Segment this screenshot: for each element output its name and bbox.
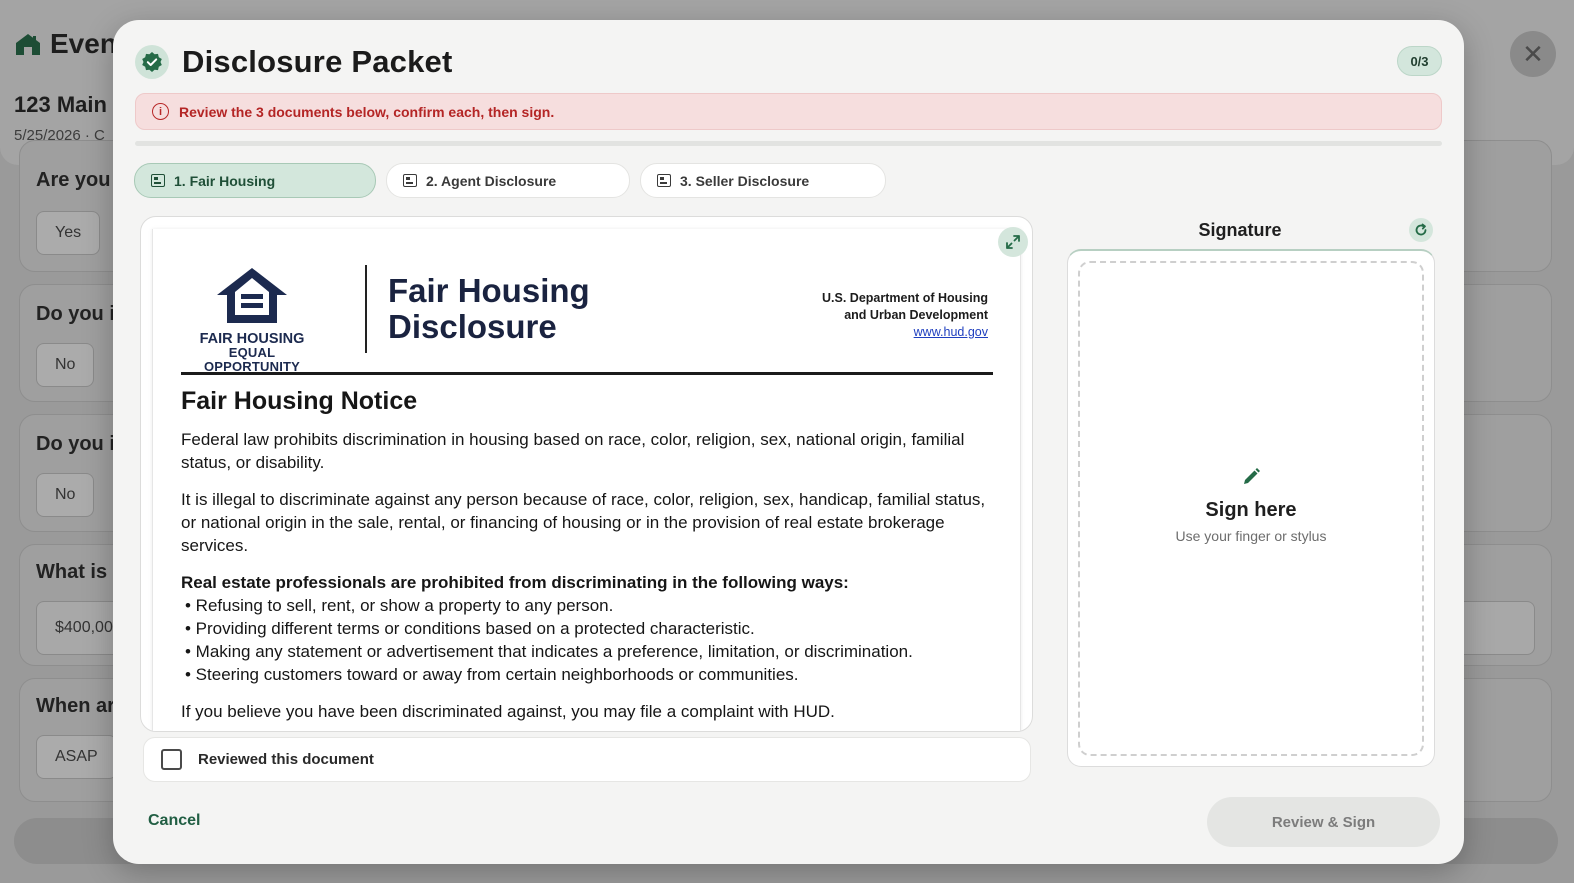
equal-housing-logo-icon bbox=[217, 268, 287, 323]
section-title: Fair Housing Notice bbox=[181, 387, 418, 415]
fair-housing-logo: FAIR HOUSING EQUAL OPPORTUNITY bbox=[181, 265, 323, 374]
agency-line-2: and Urban Development bbox=[844, 308, 988, 322]
tab-label: 3. Seller Disclosure bbox=[680, 172, 810, 189]
paragraph: If you believe you have been discriminat… bbox=[181, 702, 835, 721]
hud-link[interactable]: www.hud.gov bbox=[914, 325, 988, 339]
document-icon bbox=[657, 174, 671, 187]
list-item: • Steering customers toward or away from… bbox=[185, 665, 799, 684]
agency-info: U.S. Department of Housing and Urban Dev… bbox=[822, 290, 988, 341]
app-brand: Even bbox=[14, 28, 117, 60]
question-text: When ar bbox=[36, 695, 115, 717]
document-icon bbox=[151, 174, 165, 187]
pencil-icon bbox=[1244, 468, 1260, 484]
house-logo-icon bbox=[16, 34, 40, 55]
question-text: What is r bbox=[36, 561, 121, 583]
logo-line-1: FAIR HOUSING bbox=[199, 331, 305, 347]
header-divider bbox=[365, 265, 367, 353]
tab-fair-housing[interactable]: 1. Fair Housing bbox=[134, 163, 376, 198]
header-rule bbox=[181, 372, 993, 375]
modal-title: Disclosure Packet bbox=[182, 44, 453, 79]
sign-hint-text: Use your finger or stylus bbox=[1175, 528, 1327, 544]
tab-seller-disclosure[interactable]: 3. Seller Disclosure bbox=[640, 163, 886, 198]
document-body: Fair Housing Notice Federal law prohibit… bbox=[181, 386, 993, 731]
modal-header: Disclosure Packet bbox=[135, 44, 453, 80]
document-heading: Fair Housing Disclosure bbox=[388, 273, 590, 345]
alert-text: Review the 3 documents below, confirm ea… bbox=[179, 103, 555, 120]
reviewed-checkbox-row[interactable]: Reviewed this document bbox=[143, 737, 1031, 782]
document-viewer[interactable]: FAIR HOUSING EQUAL OPPORTUNITY Fair Hous… bbox=[140, 216, 1033, 732]
app-brand-text: Even bbox=[50, 28, 117, 59]
tab-label: 2. Agent Disclosure bbox=[426, 172, 557, 189]
close-icon[interactable]: ✕ bbox=[1510, 31, 1556, 77]
question-text: Do you i bbox=[36, 433, 115, 455]
document-page: FAIR HOUSING EQUAL OPPORTUNITY Fair Hous… bbox=[152, 229, 1021, 731]
property-title: 123 Main bbox=[14, 92, 107, 117]
disclosure-modal: Disclosure Packet 0/3 i Review the 3 doc… bbox=[113, 20, 1464, 864]
logo-line-2: EQUAL OPPORTUNITY bbox=[203, 345, 301, 374]
signature-title: Signature bbox=[1198, 220, 1282, 240]
list-title: Real estate professionals are prohibited… bbox=[181, 573, 849, 592]
list-item: • Refusing to sell, rent, or show a prop… bbox=[185, 596, 614, 615]
review-sign-button[interactable]: Review & Sign bbox=[1207, 797, 1440, 847]
agency-line-1: U.S. Department of Housing bbox=[822, 291, 988, 305]
tab-agent-disclosure[interactable]: 2. Agent Disclosure bbox=[386, 163, 630, 198]
heading-line-2: Disclosure bbox=[388, 308, 557, 345]
answer-chip[interactable]: No bbox=[36, 473, 95, 517]
reviewed-checkbox[interactable] bbox=[161, 749, 182, 770]
progress-count-badge: 0/3 bbox=[1397, 46, 1442, 76]
paragraph: Federal law prohibits discrimination in … bbox=[181, 430, 965, 472]
info-icon: i bbox=[152, 103, 169, 120]
sign-here-text: Sign here bbox=[1205, 499, 1297, 521]
review-progress-bar bbox=[135, 141, 1442, 146]
signature-pad[interactable]: Sign here Use your finger or stylus bbox=[1067, 249, 1435, 767]
paragraph: It is illegal to discriminate against an… bbox=[181, 490, 986, 555]
reviewed-label: Reviewed this document bbox=[198, 751, 374, 768]
answer-chip[interactable]: ASAP bbox=[36, 735, 117, 779]
answer-chip[interactable]: No bbox=[36, 343, 95, 387]
list-item: • Making any statement or advertisement … bbox=[185, 642, 913, 661]
list-item: • Providing different terms or condition… bbox=[185, 619, 755, 638]
answer-chip[interactable]: Yes bbox=[36, 211, 101, 255]
prohibited-list: • Refusing to sell, rent, or show a prop… bbox=[181, 594, 993, 686]
refresh-icon[interactable] bbox=[1409, 218, 1433, 242]
question-text: Are you r bbox=[36, 169, 124, 191]
signature-prompt: Sign here Use your finger or stylus bbox=[1068, 466, 1434, 544]
heading-line-1: Fair Housing bbox=[388, 272, 590, 309]
verified-badge-icon bbox=[135, 45, 169, 79]
instruction-alert: i Review the 3 documents below, confirm … bbox=[135, 93, 1442, 130]
cancel-button[interactable]: Cancel bbox=[148, 812, 200, 830]
tab-label: 1. Fair Housing bbox=[174, 172, 276, 189]
expand-icon[interactable] bbox=[998, 227, 1028, 257]
question-text: Do you i bbox=[36, 303, 115, 325]
document-tabs: 1. Fair Housing 2. Agent Disclosure 3. S… bbox=[134, 163, 886, 198]
document-icon bbox=[403, 174, 417, 187]
